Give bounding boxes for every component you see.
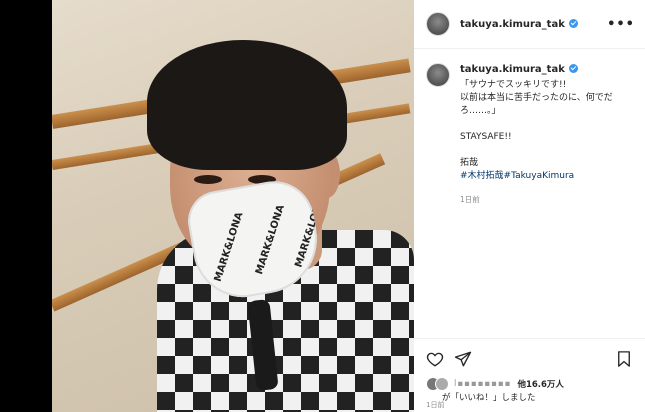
action-bar: l▪▪▪▪▪▪▪▪ 他16.6万人 が「いいね！」しました [414, 338, 645, 412]
caption-line: ろ……。」 [460, 106, 501, 116]
mask-print: MARK&LONA [212, 210, 246, 284]
heart-icon[interactable] [426, 350, 444, 368]
caption-line: 「サウナでスッキリです!! [460, 80, 567, 90]
bookmark-icon[interactable] [615, 350, 633, 368]
likes-summary: l▪▪▪▪▪▪▪▪ 他16.6万人 [426, 377, 633, 391]
liker-username[interactable]: l▪▪▪▪▪▪▪▪ [454, 379, 511, 389]
avatar[interactable] [426, 12, 450, 36]
liker-avatar[interactable] [435, 377, 449, 391]
likes-count-link[interactable]: 他16.6万人 [517, 378, 563, 390]
post-header: takuya.kimura_tak ••• [414, 0, 645, 49]
caption-timestamp: 1日前 [460, 195, 480, 204]
post-photo[interactable]: MARK&LONA MARK&LONA MARK&LONA [52, 0, 414, 412]
likes-suffix: が「いいね！」しました [442, 393, 536, 403]
post-timestamp: 1日前 [426, 401, 445, 409]
verified-badge-icon [568, 64, 578, 73]
more-icon[interactable]: ••• [607, 17, 635, 32]
caption-line: STAYSAFE!! [460, 132, 512, 142]
username-link[interactable]: takuya.kimura_tak [460, 18, 578, 30]
action-row [426, 349, 633, 369]
verified-badge-icon [568, 18, 578, 28]
post-side-panel: takuya.kimura_tak ••• takuya.kimura_tak … [414, 0, 645, 412]
caption-body: takuya.kimura_tak 「サウナでスッキリです!! 以前は本当に苦手… [460, 63, 613, 206]
hashtags-link[interactable]: #木村拓哉#TakuyaKimura [460, 170, 613, 183]
mask-print: MARK&LONA [254, 203, 287, 276]
caption: takuya.kimura_tak 「サウナでスッキリです!! 以前は本当に苦手… [414, 49, 645, 206]
hair [147, 40, 347, 170]
caption-line: 拓哉 [460, 158, 479, 168]
eye [194, 175, 222, 184]
send-icon[interactable] [454, 350, 472, 368]
caption-avatar[interactable] [426, 63, 450, 87]
caption-line: 以前は本当に苦手だったのに、何でだ [460, 93, 613, 103]
caption-username[interactable]: takuya.kimura_tak [460, 63, 613, 76]
